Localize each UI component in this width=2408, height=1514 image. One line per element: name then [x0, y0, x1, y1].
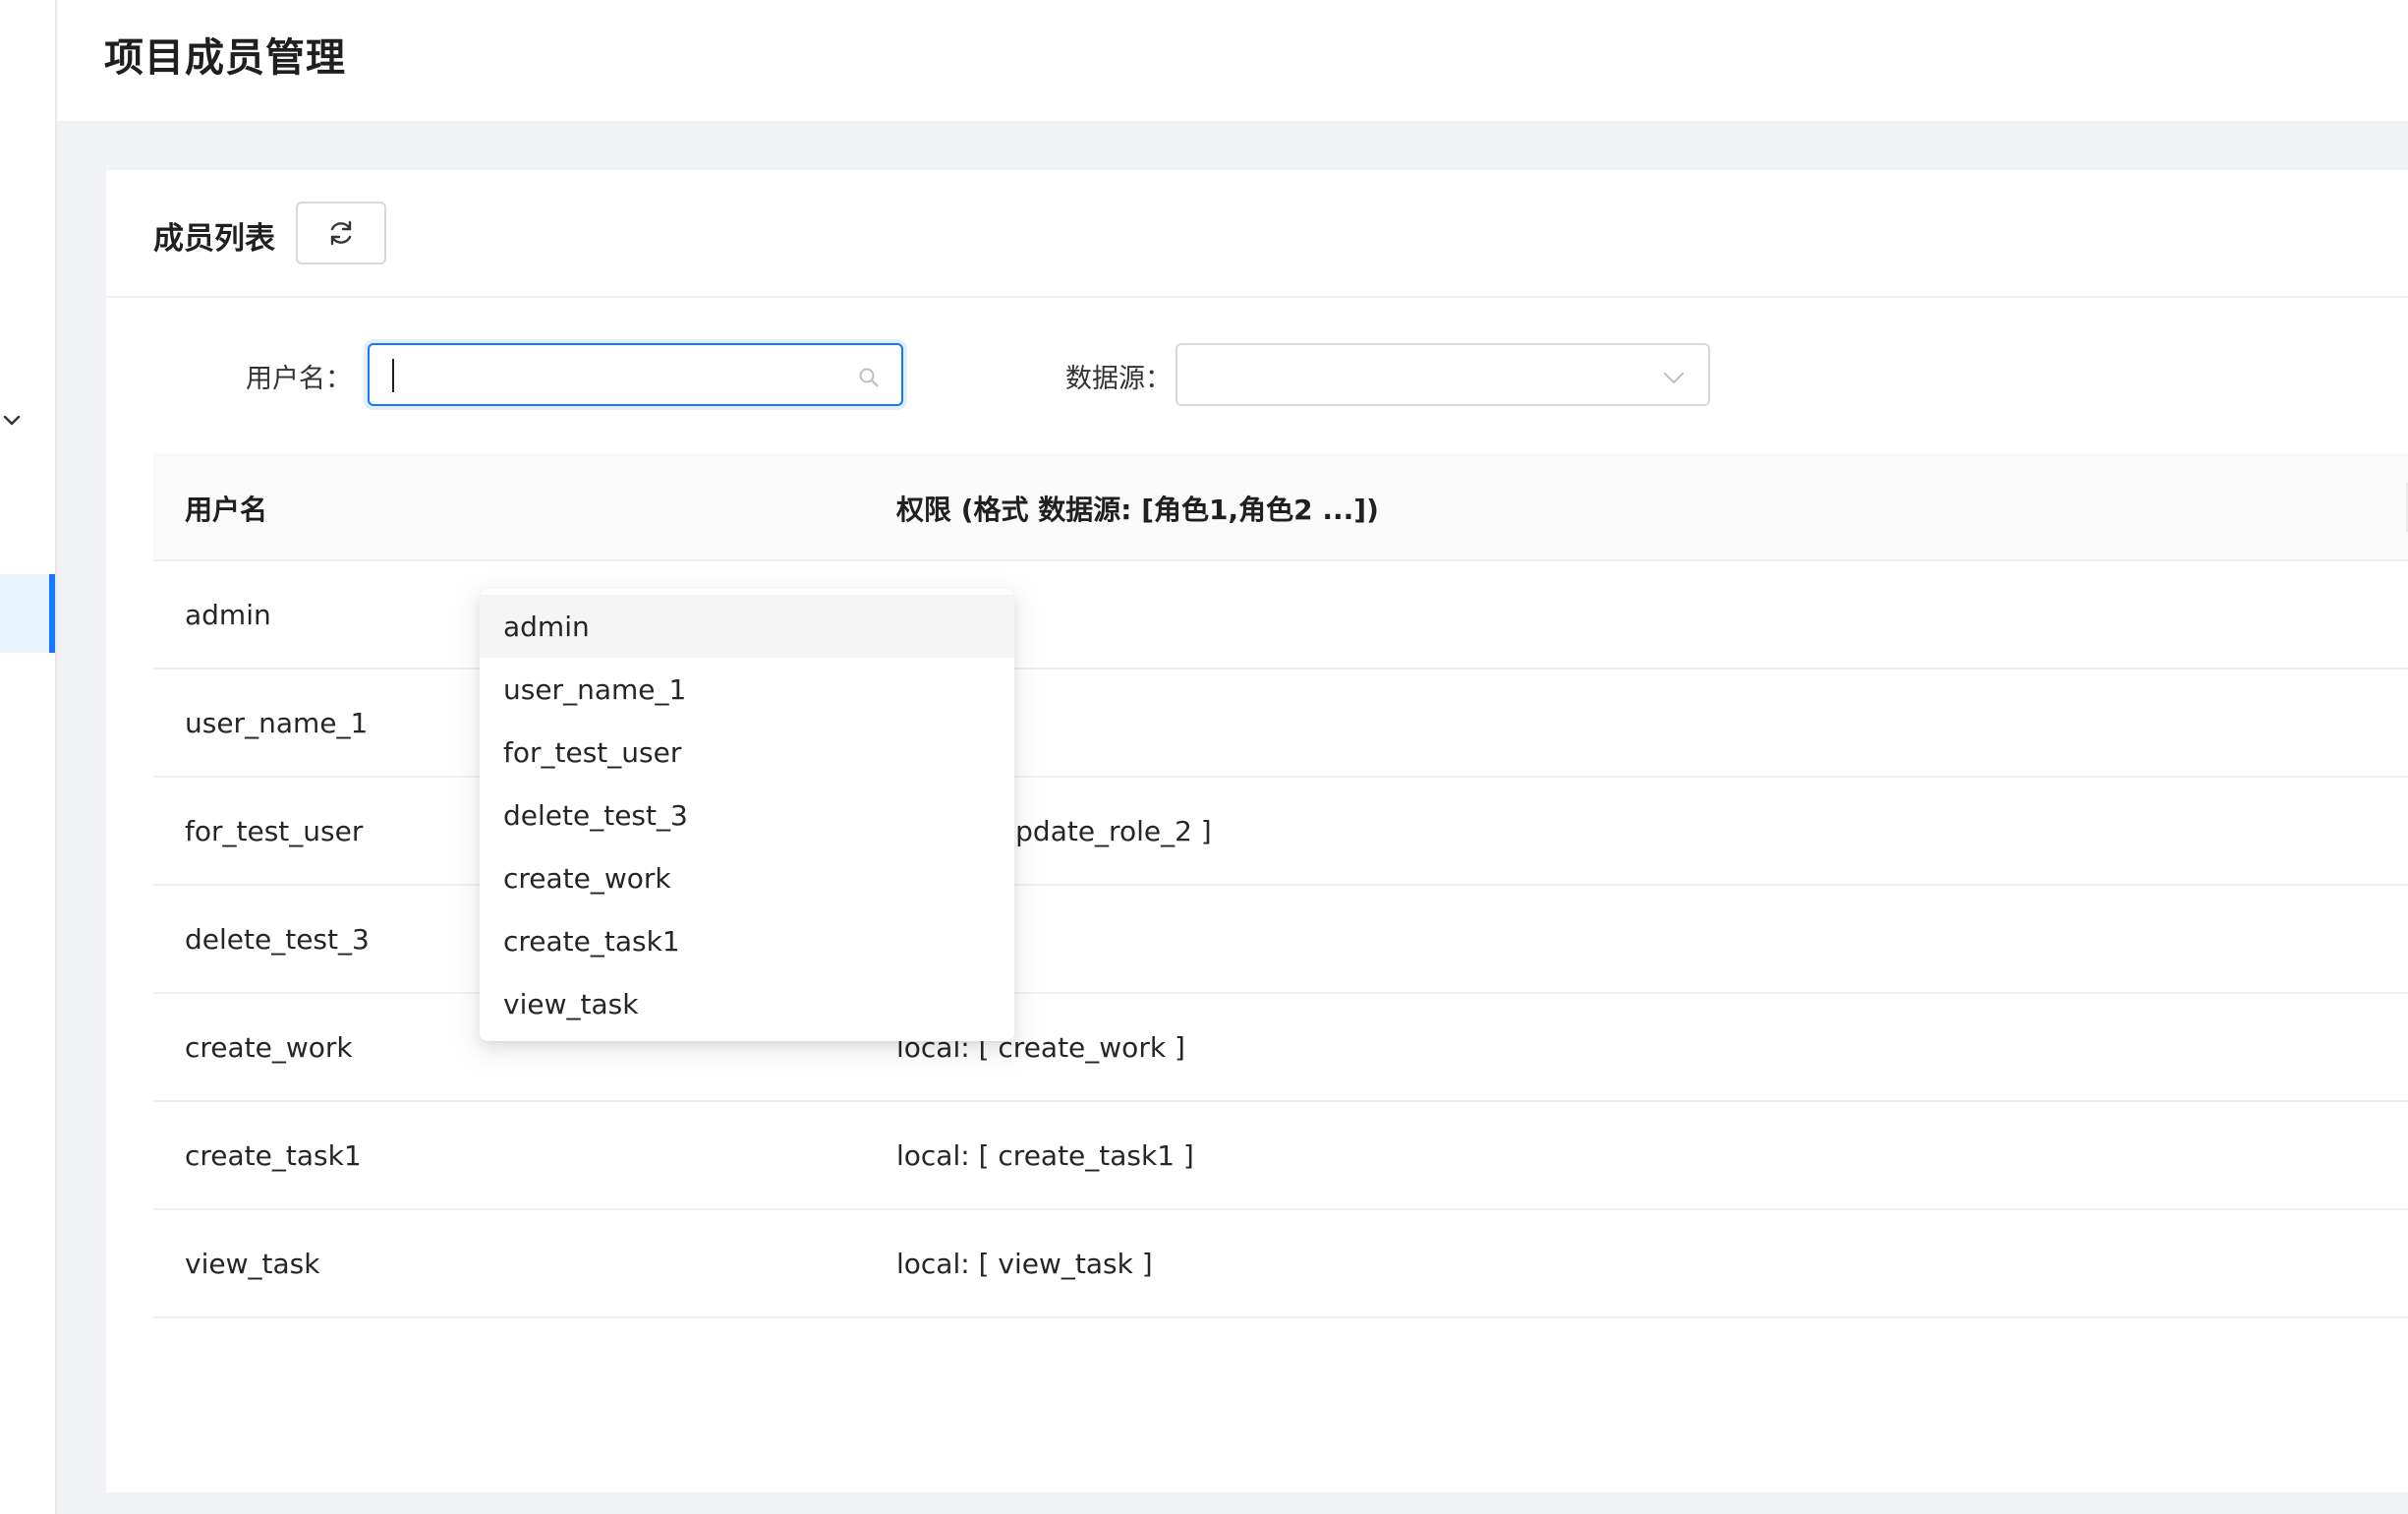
member-card: 成员列表 用户名： 数据源： 用户名 权限 (格式 数据源: [角色1,角色2 … [106, 170, 2408, 1492]
dropdown-option[interactable]: for_test_user [480, 721, 1014, 784]
table-row: view_task local: [ view_task ] [153, 1210, 2408, 1318]
username-search-input[interactable] [368, 343, 903, 406]
username-autocomplete-dropdown: admin user_name_1 for_test_user delete_t… [480, 589, 1014, 1041]
refresh-button[interactable] [296, 202, 386, 264]
chevron-down-icon[interactable] [0, 405, 24, 437]
cell-permission: local: [ create_task1 ] [896, 1139, 1194, 1172]
card-header: 成员列表 [106, 170, 2408, 298]
cell-username: admin [185, 599, 271, 631]
cell-username: view_task [185, 1248, 320, 1280]
content-area: 成员列表 用户名： 数据源： 用户名 权限 (格式 数据源: [角色1,角色2 … [57, 121, 2408, 1514]
datasource-filter-label: 数据源： [1065, 364, 1172, 394]
cell-username: user_name_1 [185, 707, 369, 739]
cell-username: create_task1 [185, 1139, 362, 1172]
page-header: 项目成员管理 [57, 0, 2408, 121]
sidebar-item-active[interactable] [0, 574, 55, 653]
column-header-permission: 权限 (格式 数据源: [角色1,角色2 ...]) [896, 494, 1379, 526]
cell-username: for_test_user [185, 815, 364, 847]
column-header-username: 用户名 [185, 494, 268, 526]
cell-permission: local: [ view_task ] [896, 1248, 1153, 1280]
dropdown-option[interactable]: delete_test_3 [480, 784, 1014, 846]
refresh-icon [330, 220, 352, 246]
dropdown-option[interactable]: create_task1 [480, 909, 1014, 972]
card-title: 成员列表 [153, 221, 275, 257]
chevron-down-icon [1664, 373, 1684, 383]
dropdown-option[interactable]: user_name_1 [480, 658, 1014, 721]
datasource-select[interactable] [1175, 343, 1710, 406]
table-row: create_task1 local: [ create_task1 ] [153, 1102, 2408, 1210]
page-title: 项目成员管理 [104, 35, 346, 81]
dropdown-option[interactable]: admin [480, 595, 1014, 658]
text-caret [392, 359, 394, 392]
dropdown-option[interactable]: view_task [480, 972, 1014, 1035]
cell-username: create_work [185, 1031, 353, 1064]
dropdown-option[interactable]: create_work [480, 846, 1014, 909]
cell-username: delete_test_3 [185, 923, 370, 956]
search-icon [859, 368, 879, 387]
table-header: 用户名 权限 (格式 数据源: [角色1,角色2 ...]) [153, 453, 2408, 561]
username-filter-label: 用户名： [246, 364, 352, 394]
sidebar [0, 0, 57, 1514]
